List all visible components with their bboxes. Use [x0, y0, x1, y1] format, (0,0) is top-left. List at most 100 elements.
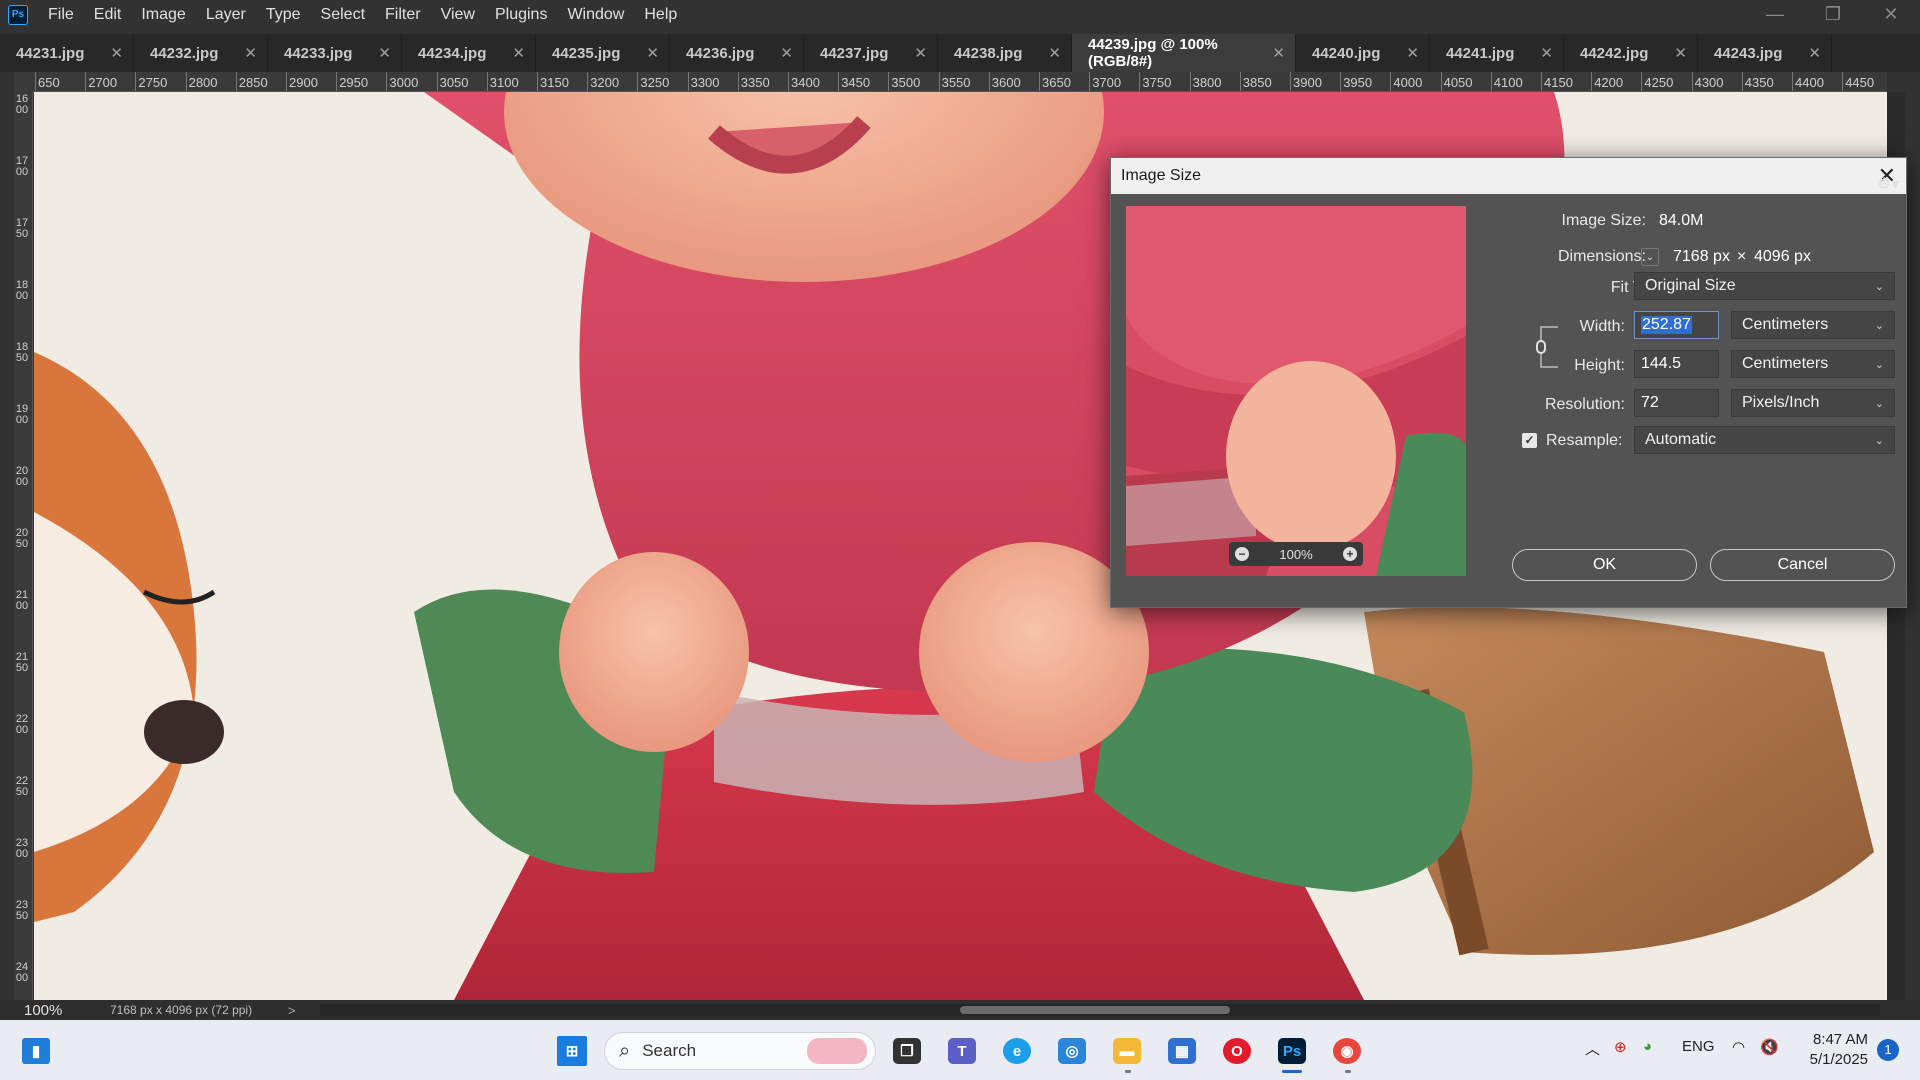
chrome-icon[interactable]: ◉	[1333, 1038, 1361, 1064]
document-tab[interactable]: 44233.jpg ✕	[268, 34, 402, 72]
tab-close-icon[interactable]: ✕	[378, 44, 391, 62]
taskbar-search[interactable]: ⌕ Search	[604, 1032, 876, 1070]
tab-close-icon[interactable]: ✕	[244, 44, 257, 62]
wifi-icon[interactable]: ◠	[1732, 1038, 1745, 1056]
zoom-level-field[interactable]: 100%	[0, 1002, 80, 1019]
menu-edit[interactable]: Edit	[84, 6, 132, 24]
document-tab[interactable]: 44235.jpg ✕	[536, 34, 670, 72]
tab-close-icon[interactable]: ✕	[1272, 44, 1285, 62]
resample-checkbox[interactable]: ✓	[1522, 433, 1537, 448]
opera-icon[interactable]: O	[1223, 1038, 1251, 1064]
document-info[interactable]: 7168 px x 4096 px (72 ppi)	[110, 1003, 252, 1017]
tab-close-icon[interactable]: ✕	[110, 44, 123, 62]
tab-close-icon[interactable]: ✕	[914, 44, 927, 62]
menu-window[interactable]: Window	[557, 6, 634, 24]
tab-close-icon[interactable]: ✕	[780, 44, 793, 62]
width-field[interactable]: 252.87	[1634, 311, 1719, 339]
height-unit-dropdown[interactable]: Centimeters ⌄	[1731, 350, 1895, 378]
document-tab[interactable]: 44237.jpg ✕	[804, 34, 938, 72]
ruler-tick	[1641, 72, 1643, 91]
tab-close-icon[interactable]: ✕	[1406, 44, 1419, 62]
document-tab[interactable]: 44241.jpg ✕	[1430, 34, 1564, 72]
taskbar-clock[interactable]: 8:47 AM 5/1/2025	[1806, 1030, 1868, 1070]
tab-close-icon[interactable]: ✕	[646, 44, 659, 62]
tab-close-icon[interactable]: ✕	[512, 44, 525, 62]
dimensions-label: Dimensions:	[1557, 248, 1646, 265]
ruler-tick	[1239, 72, 1241, 91]
document-tab[interactable]: 44231.jpg ✕	[0, 34, 134, 72]
status-menu-arrow[interactable]: >	[288, 1003, 296, 1018]
document-tab[interactable]: 44243.jpg ✕	[1698, 34, 1832, 72]
zoom-out-icon[interactable]: −	[1235, 547, 1249, 561]
tab-label: 44238.jpg	[954, 44, 1023, 62]
ok-button[interactable]: OK	[1512, 549, 1697, 581]
menu-image[interactable]: Image	[131, 6, 195, 24]
ruler-origin[interactable]	[14, 72, 33, 92]
close-window-button[interactable]: ✕	[1862, 0, 1920, 29]
menu-layer[interactable]: Layer	[196, 6, 256, 24]
horizontal-ruler[interactable]: 650 2700 2750 2800 2850 2900 2950 3000 3050 3100 3…	[33, 72, 1887, 92]
document-tab[interactable]: 44242.jpg ✕	[1564, 34, 1698, 72]
tray-network-app-icon[interactable]: ◕	[1643, 1038, 1652, 1055]
tab-close-icon[interactable]: ✕	[1674, 44, 1687, 62]
dimensions-chevron-icon[interactable]: ⌄	[1641, 248, 1659, 266]
menu-help[interactable]: Help	[634, 6, 687, 24]
resolution-field[interactable]: 72	[1634, 389, 1719, 417]
fit-to-value: Original Size	[1645, 277, 1736, 294]
fit-to-dropdown[interactable]: Original Size ⌄	[1634, 272, 1895, 300]
resample-dropdown[interactable]: Automatic ⌄	[1634, 426, 1895, 454]
widgets-icon[interactable]: ▮	[22, 1038, 50, 1064]
minimize-button[interactable]: —	[1746, 0, 1804, 29]
vertical-ruler[interactable]: 1600 1700 1750 1800 1850 1900 2000 2050 2100 2150…	[14, 92, 33, 1000]
file-explorer-icon[interactable]: ▬	[1113, 1038, 1141, 1064]
ruler-tick	[185, 72, 187, 91]
edge-icon[interactable]: e	[1003, 1038, 1031, 1064]
ruler-tick	[1089, 72, 1091, 91]
ruler-tick-label: 4400	[1795, 75, 1824, 90]
menu-view[interactable]: View	[431, 6, 485, 24]
width-unit-dropdown[interactable]: Centimeters ⌄	[1731, 311, 1895, 339]
menu-filter[interactable]: Filter	[375, 6, 431, 24]
notification-badge[interactable]: 1	[1877, 1039, 1899, 1061]
document-tab[interactable]: 44236.jpg ✕	[670, 34, 804, 72]
document-tab[interactable]: 44240.jpg ✕	[1296, 34, 1430, 72]
lens-icon[interactable]: ◎	[1058, 1038, 1086, 1064]
ruler-tick-label: 1900	[15, 403, 29, 426]
teams-icon[interactable]: T	[948, 1038, 976, 1064]
ruler-tick-label: 2400	[15, 961, 29, 984]
width-label: Width:	[1579, 318, 1625, 335]
document-tab[interactable]: 44232.jpg ✕	[134, 34, 268, 72]
height-field[interactable]: 144.5	[1634, 350, 1719, 378]
document-tab[interactable]: 44238.jpg ✕	[938, 34, 1072, 72]
tray-overflow-icon[interactable]: ︿	[1585, 1038, 1600, 1059]
task-view-icon[interactable]: ❐	[893, 1038, 921, 1064]
volume-muted-icon[interactable]: 🔇	[1760, 1038, 1779, 1056]
tab-close-icon[interactable]: ✕	[1540, 44, 1553, 62]
menu-file[interactable]: File	[38, 6, 84, 24]
start-windows-icon[interactable]: ⊞	[557, 1036, 587, 1066]
tab-label: 44237.jpg	[820, 44, 889, 62]
tab-close-icon[interactable]: ✕	[1048, 44, 1061, 62]
photoshop-taskbar-icon[interactable]: Ps	[1278, 1038, 1306, 1064]
search-placeholder: Search	[642, 1041, 697, 1060]
ruler-tick	[1842, 72, 1844, 91]
menu-select[interactable]: Select	[311, 6, 375, 24]
document-tab[interactable]: 44239.jpg @ 100% (RGB/8#) ✕	[1072, 34, 1296, 72]
resolution-unit-dropdown[interactable]: Pixels/Inch ⌄	[1731, 389, 1895, 417]
ruler-tick-label: 4200	[1594, 75, 1624, 90]
cancel-button[interactable]: Cancel	[1710, 549, 1895, 581]
store-icon[interactable]: ▦	[1168, 1038, 1196, 1064]
document-tab[interactable]: 44234.jpg ✕	[402, 34, 536, 72]
horizontal-scrollbar[interactable]	[320, 1004, 1880, 1016]
image-preview[interactable]: − 100% +	[1126, 206, 1466, 576]
horizontal-scroll-thumb[interactable]	[960, 1006, 1230, 1014]
menu-plugins[interactable]: Plugins	[485, 6, 557, 24]
language-indicator[interactable]: ENG	[1682, 1038, 1715, 1055]
zoom-in-icon[interactable]: +	[1343, 547, 1357, 561]
tray-vpn-icon[interactable]: ⊕	[1614, 1038, 1627, 1056]
ruler-tick	[737, 72, 739, 91]
restore-button[interactable]: ❐	[1804, 0, 1862, 29]
menu-type[interactable]: Type	[256, 6, 311, 24]
settings-gear-icon[interactable]: ⚙▾	[1877, 174, 1899, 194]
tab-close-icon[interactable]: ✕	[1808, 44, 1821, 62]
